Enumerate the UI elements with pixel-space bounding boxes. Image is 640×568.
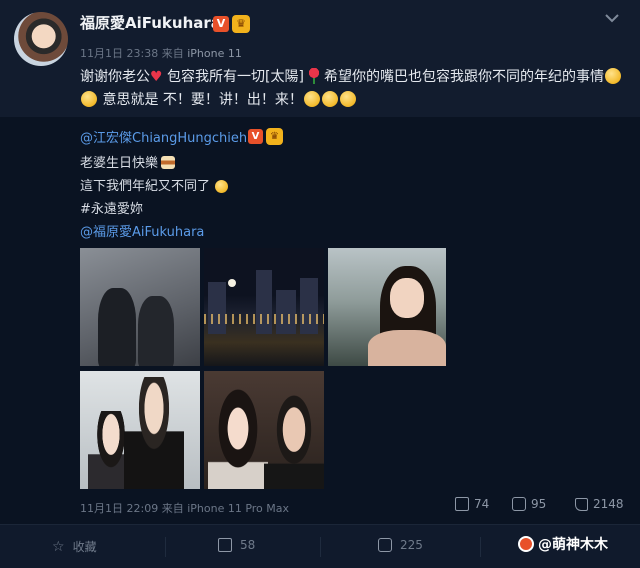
repost-line: 老婆生日快樂 — [80, 152, 176, 171]
repost-like-count[interactable]: 2148 — [575, 497, 624, 511]
repost-button[interactable]: 58 — [218, 538, 255, 552]
repost-time: 11月1日 22:09 — [80, 502, 159, 515]
repost-count: 58 — [240, 538, 256, 552]
divider — [480, 537, 481, 557]
post-source: iPhone 11 — [187, 47, 242, 60]
rose-emoji-icon — [307, 68, 320, 84]
star-icon: ☆ — [52, 538, 65, 555]
comment-icon — [512, 497, 526, 511]
cake-icon — [161, 156, 176, 169]
repost-line: 這下我們年紀又不同了 — [80, 175, 229, 194]
repost-mention[interactable]: @福原愛AiFukuhara — [80, 221, 204, 240]
post-text: 谢谢你老公♥ 包容我所有一切[太陽] 希望你的嘴巴也包容我跟你不同的年纪的事情 意… — [80, 66, 625, 112]
repost-source-prefix: 来自 — [161, 502, 184, 515]
reposted-post[interactable]: @江宏傑ChiangHungchieh V ♛ 老婆生日快樂 這下我們年紀又不同… — [0, 117, 640, 524]
photo-couple-closeup[interactable] — [204, 371, 324, 489]
like-icon — [575, 497, 588, 511]
original-post: 福原愛AiFukuhara V ♛ 11月1日 23:38 来自 iPhone … — [0, 0, 640, 117]
watermark: @萌神木木 — [518, 534, 608, 554]
smile-emoji-icon — [81, 91, 97, 107]
repost-comment-count[interactable]: 95 — [512, 497, 546, 511]
heart-icon: ♥ — [150, 69, 163, 85]
verified-badge: V — [248, 129, 263, 144]
smile-emoji-icon — [303, 91, 320, 107]
post-source-prefix: 来自 — [161, 47, 184, 60]
watermark-text: @萌神木木 — [538, 537, 608, 553]
comment-icon — [378, 538, 392, 552]
post-username[interactable]: 福原愛AiFukuhara — [80, 12, 221, 33]
repost-comment-value: 95 — [531, 497, 547, 511]
post-time: 11月1日 23:38 — [80, 47, 159, 60]
repost-line-text: 這下我們年紀又不同了 — [80, 179, 211, 194]
repost-share-value: 74 — [474, 497, 490, 511]
repost-source: iPhone 11 Pro Max — [187, 502, 290, 515]
favorite-label: 收藏 — [72, 540, 97, 554]
verified-badge: V — [213, 16, 229, 32]
photo-shadows[interactable] — [80, 248, 200, 366]
grin-emoji-icon — [215, 180, 229, 193]
post-meta: 11月1日 23:38 来自 iPhone 11 — [80, 45, 242, 61]
post-text-part: 包容我所有一切[太陽] — [167, 69, 304, 85]
post-text-part: 希望你的嘴巴也包容我跟你不同的年纪的事情 — [323, 69, 604, 85]
photo-city-night[interactable] — [204, 248, 324, 366]
repost-hashtag[interactable]: #永遠愛妳 — [80, 198, 143, 217]
post-text-part: 谢谢你老公 — [80, 69, 150, 85]
divider — [165, 537, 166, 557]
crown-icon: ♛ — [266, 128, 283, 145]
avatar[interactable] — [14, 12, 68, 66]
smile-emoji-icon — [339, 91, 356, 107]
repost-share-count[interactable]: 74 — [455, 497, 489, 511]
repost-username[interactable]: @江宏傑ChiangHungchieh — [80, 127, 247, 146]
share-icon — [218, 538, 232, 552]
crown-icon: ♛ — [232, 15, 250, 33]
post-text-part: 意思就是 不！要！讲！出！来！ — [102, 92, 303, 108]
repost-line-text: 老婆生日快樂 — [80, 156, 159, 171]
share-icon — [455, 497, 469, 511]
repost-meta: 11月1日 22:09 来自 iPhone 11 Pro Max — [80, 500, 289, 516]
weibo-logo-icon — [518, 536, 534, 552]
repost-like-value: 2148 — [593, 497, 624, 511]
comment-button[interactable]: 225 — [378, 538, 423, 552]
smile-emoji-icon — [321, 91, 338, 107]
favorite-button[interactable]: ☆ 收藏 — [52, 538, 97, 555]
chevron-down-icon[interactable] — [602, 10, 622, 26]
comment-count: 225 — [400, 538, 423, 552]
photo-couple-selfie[interactable] — [80, 371, 200, 489]
smile-emoji-icon — [604, 68, 621, 84]
photo-woman-portrait[interactable] — [328, 248, 446, 366]
divider — [320, 537, 321, 557]
